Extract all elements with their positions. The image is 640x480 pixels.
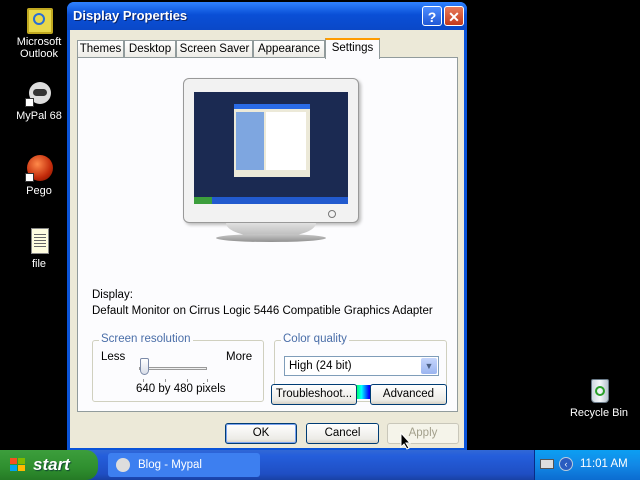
mypal-icon (25, 80, 53, 108)
clock[interactable]: 11:01 AM (580, 458, 628, 470)
desktop-icon-label: MyPal 68 (16, 110, 62, 122)
close-button[interactable]: ✕ (444, 6, 464, 26)
start-button[interactable]: start (0, 450, 98, 480)
desktop-icon-label: Microsoft Outlook (16, 36, 62, 60)
desktop-icon-pego[interactable]: Pego (7, 155, 71, 197)
mypal-icon (116, 458, 130, 472)
screen-resolution-title: Screen resolution (99, 333, 193, 345)
tab-desktop[interactable]: Desktop (124, 40, 176, 58)
color-quality-value: High (24 bit) (289, 360, 352, 372)
show-hidden-icons-button[interactable]: ‹ (559, 457, 573, 471)
display-value: Default Monitor on Cirrus Logic 5446 Com… (92, 305, 433, 317)
less-label: Less (101, 351, 126, 363)
screen-resolution-group: Screen resolution Less More 640 by 480 p… (92, 333, 264, 402)
taskbar-item-label: Blog - Mypal (138, 459, 202, 471)
desktop-icon-recycle-bin[interactable]: Recycle Bin (567, 377, 631, 419)
taskbar: start Blog - Mypal ‹ 11:01 AM (0, 450, 640, 480)
resolution-value: 640 by 480 pixels (136, 383, 226, 395)
preview-screen (194, 92, 348, 204)
display-label: Display: (92, 289, 133, 301)
help-button[interactable]: ? (422, 6, 442, 26)
settings-panel: Display: Default Monitor on Cirrus Logic… (77, 57, 458, 412)
desktop-icon-label: Pego (26, 185, 52, 197)
troubleshoot-button[interactable]: Troubleshoot... (271, 384, 357, 405)
desktop-icon-label: file (31, 258, 47, 270)
color-quality-title: Color quality (281, 333, 349, 345)
tab-screen-saver[interactable]: Screen Saver (176, 40, 253, 58)
apply-button[interactable]: Apply (387, 423, 459, 444)
preview-window (234, 104, 310, 177)
advanced-button[interactable]: Advanced (370, 384, 447, 405)
window-title: Display Properties (73, 8, 188, 23)
outlook-icon (25, 6, 53, 34)
desktop-icon-file[interactable]: file (7, 228, 71, 270)
dialog-client: Themes Desktop Screen Saver Appearance S… (70, 30, 464, 448)
pego-icon (25, 155, 53, 183)
monitor-base (216, 234, 326, 242)
color-quality-select[interactable]: High (24 bit) ▼ (284, 356, 439, 376)
power-button-icon (328, 210, 336, 218)
resolution-slider-thumb[interactable] (140, 358, 149, 375)
desktop-icon-label: Recycle Bin (569, 407, 629, 419)
tab-appearance[interactable]: Appearance (253, 40, 325, 58)
more-label: More (226, 351, 253, 363)
cancel-button[interactable]: Cancel (306, 423, 379, 444)
mouse-cursor-icon (400, 432, 412, 450)
monitor-preview (183, 78, 359, 223)
taskbar-item-blog-mypal[interactable]: Blog - Mypal (108, 453, 260, 477)
recycle-bin-icon (585, 377, 613, 405)
display-properties-window: Display Properties ? ✕ Themes Desktop Sc… (67, 2, 467, 451)
resolution-slider-track[interactable] (139, 367, 207, 370)
start-label: start (33, 455, 70, 474)
system-tray: ‹ 11:01 AM (534, 450, 640, 480)
keyboard-icon[interactable] (540, 459, 554, 469)
desktop-icon-outlook[interactable]: Microsoft Outlook (7, 6, 71, 60)
tab-settings[interactable]: Settings (325, 38, 380, 59)
windows-logo-icon (10, 458, 26, 472)
ok-button[interactable]: OK (225, 423, 297, 444)
title-bar[interactable]: Display Properties ? ✕ (67, 2, 467, 30)
document-icon (25, 228, 53, 256)
desktop-icon-mypal[interactable]: MyPal 68 (7, 80, 71, 122)
tab-themes[interactable]: Themes (77, 40, 124, 58)
chevron-down-icon[interactable]: ▼ (421, 358, 437, 374)
